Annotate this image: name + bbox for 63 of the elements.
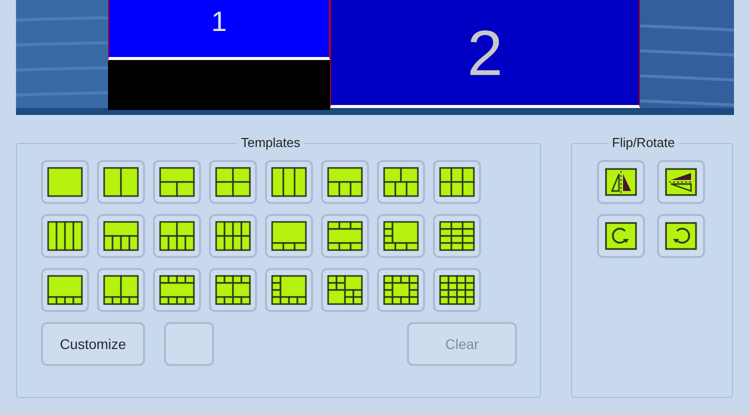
layout-grid-icon: [383, 167, 419, 197]
template-button[interactable]: [97, 214, 145, 258]
template-button[interactable]: [153, 214, 201, 258]
layout-grid-icon: [271, 167, 307, 197]
template-button[interactable]: [41, 268, 89, 312]
template-button[interactable]: [153, 160, 201, 204]
template-button[interactable]: [209, 268, 257, 312]
layout-grid-icon: [47, 167, 83, 197]
layout-grid-icon: [215, 167, 251, 197]
template-button[interactable]: [209, 214, 257, 258]
template-button[interactable]: [97, 160, 145, 204]
monitor-display[interactable]: 1: [108, 0, 330, 60]
layout-grid-icon: [103, 221, 139, 251]
layout-grid-icon: [47, 275, 83, 305]
flip-rotate-button[interactable]: [597, 214, 645, 258]
template-button[interactable]: [377, 214, 425, 258]
rotate-clockwise-icon: [605, 222, 637, 250]
layout-grid-icon: [383, 275, 419, 305]
template-button[interactable]: [265, 214, 313, 258]
template-button[interactable]: [97, 268, 145, 312]
flip-rotate-button[interactable]: [597, 160, 645, 204]
layout-grid-icon: [103, 275, 139, 305]
template-button[interactable]: [377, 160, 425, 204]
rotate-counterclockwise-icon: [665, 222, 697, 250]
template-button[interactable]: [433, 160, 481, 204]
template-button[interactable]: [265, 268, 313, 312]
mirrored-triangles-icon: [605, 168, 637, 196]
layout-grid-icon: [47, 221, 83, 251]
template-button[interactable]: [377, 268, 425, 312]
layout-grid-icon: [159, 221, 195, 251]
template-button[interactable]: [321, 160, 369, 204]
action-button[interactable]: Customize: [41, 322, 145, 366]
flip-rotate-button[interactable]: [657, 214, 705, 258]
layout-grid-icon: [215, 221, 251, 251]
layout-grid-icon: [327, 167, 363, 197]
template-button[interactable]: [209, 160, 257, 204]
template-button[interactable]: [153, 268, 201, 312]
layout-grid-icon: [439, 221, 475, 251]
layout-grid-icon: [215, 275, 251, 305]
monitor-number: 1: [211, 8, 227, 36]
monitor-number: 2: [467, 20, 503, 84]
layout-grid-icon: [439, 167, 475, 197]
layout-grid-icon: [103, 167, 139, 197]
layout-grid-icon: [271, 221, 307, 251]
flip-rotate-button[interactable]: [657, 160, 705, 204]
template-button[interactable]: [265, 160, 313, 204]
template-button[interactable]: [41, 160, 89, 204]
layout-grid-icon: [159, 275, 195, 305]
layout-grid-icon: [271, 275, 307, 305]
mirrored-triangles-icon: [665, 168, 697, 196]
layout-grid-icon: [383, 221, 419, 251]
template-button[interactable]: [433, 268, 481, 312]
layout-grid-icon: [159, 167, 195, 197]
layout-grid-icon: [327, 221, 363, 251]
layout-grid-icon: [327, 275, 363, 305]
group-title: Flip/Rotate: [608, 135, 679, 151]
monitor-display[interactable]: 2: [330, 0, 640, 108]
template-button[interactable]: [41, 214, 89, 258]
layout-grid-icon: [439, 275, 475, 305]
group-title: Templates: [237, 135, 304, 151]
template-button[interactable]: [321, 214, 369, 258]
template-button[interactable]: [433, 214, 481, 258]
template-button[interactable]: [321, 268, 369, 312]
